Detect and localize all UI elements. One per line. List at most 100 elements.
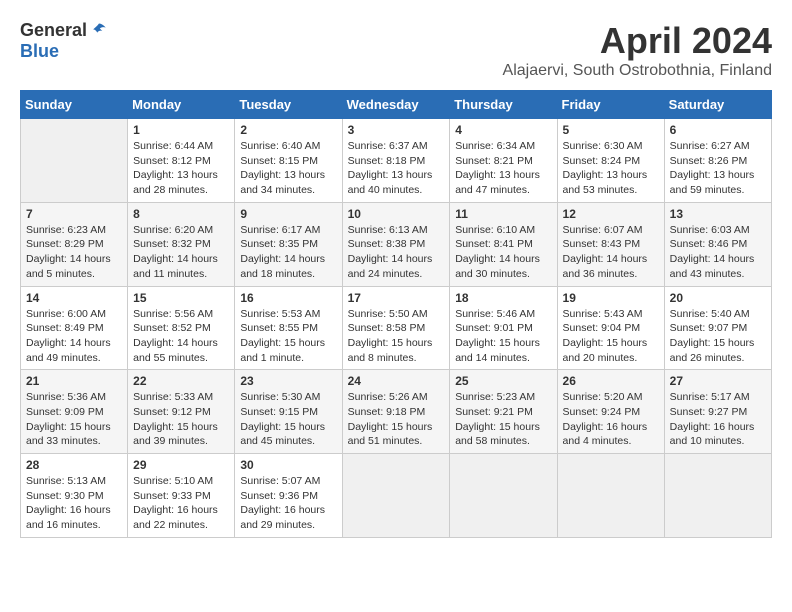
day-info: Sunrise: 5:20 AM Sunset: 9:24 PM Dayligh… (563, 390, 659, 449)
subtitle: Alajaervi, South Ostrobothnia, Finland (503, 62, 772, 80)
calendar-cell: 26Sunrise: 5:20 AM Sunset: 9:24 PM Dayli… (557, 370, 664, 454)
calendar-cell: 19Sunrise: 5:43 AM Sunset: 9:04 PM Dayli… (557, 286, 664, 370)
logo: General Blue (20, 20, 109, 62)
day-info: Sunrise: 5:43 AM Sunset: 9:04 PM Dayligh… (563, 307, 659, 366)
calendar-cell (664, 454, 771, 538)
day-info: Sunrise: 5:56 AM Sunset: 8:52 PM Dayligh… (133, 307, 229, 366)
calendar-week-row: 21Sunrise: 5:36 AM Sunset: 9:09 PM Dayli… (21, 370, 772, 454)
calendar-cell: 20Sunrise: 5:40 AM Sunset: 9:07 PM Dayli… (664, 286, 771, 370)
calendar-cell (557, 454, 664, 538)
calendar-cell: 28 Sunrise: 5:13 AM Sunset: 9:30 PM Dayli… (21, 454, 128, 538)
calendar-cell: 17 Sunrise: 5:50 AM Sunset: 8:58 PM Dayli… (342, 286, 450, 370)
calendar-cell: 23 Sunrise: 5:30 AM Sunset: 9:15 PM Dayli… (235, 370, 342, 454)
calendar-cell (342, 454, 450, 538)
day-number: 22 (133, 374, 229, 388)
day-info: Sunrise: 5:26 AM Sunset: 9:18 PM Dayligh… (348, 390, 445, 449)
calendar-cell: 24 Sunrise: 5:26 AM Sunset: 9:18 PM Dayli… (342, 370, 450, 454)
day-number: 15 (133, 291, 229, 305)
day-info: Sunrise: 5:13 AM Sunset: 9:30 PM Dayligh… (26, 474, 122, 533)
calendar-cell: 30 Sunrise: 5:07 AM Sunset: 9:36 PM Dayli… (235, 454, 342, 538)
day-info: Sunrise: 5:46 AM Sunset: 9:01 PM Dayligh… (455, 307, 551, 366)
calendar-cell: 3 Sunrise: 6:37 AM Sunset: 8:18 PM Daylig… (342, 119, 450, 203)
day-info: Sunrise: 6:10 AM Sunset: 8:41 PM Dayligh… (455, 223, 551, 282)
day-number: 18 (455, 291, 551, 305)
calendar-cell: 4Sunrise: 6:34 AM Sunset: 8:21 PM Daylig… (450, 119, 557, 203)
day-info: Sunrise: 6:23 AM Sunset: 8:29 PM Dayligh… (26, 223, 122, 282)
calendar-table: SundayMondayTuesdayWednesdayThursdayFrid… (20, 90, 772, 538)
logo-general-text: General (20, 20, 87, 41)
day-info: Sunrise: 6:17 AM Sunset: 8:35 PM Dayligh… (240, 223, 336, 282)
day-number: 29 (133, 458, 229, 472)
calendar-weekday-friday: Friday (557, 91, 664, 119)
day-number: 17 (348, 291, 445, 305)
day-info: Sunrise: 5:17 AM Sunset: 9:27 PM Dayligh… (670, 390, 766, 449)
day-number: 9 (240, 207, 336, 221)
calendar-cell: 13Sunrise: 6:03 AM Sunset: 8:46 PM Dayli… (664, 202, 771, 286)
day-info: Sunrise: 5:50 AM Sunset: 8:58 PM Dayligh… (348, 307, 445, 366)
calendar-week-row: 14 Sunrise: 6:00 AM Sunset: 8:49 PM Dayli… (21, 286, 772, 370)
calendar-cell: 25Sunrise: 5:23 AM Sunset: 9:21 PM Dayli… (450, 370, 557, 454)
day-number: 14 (26, 291, 122, 305)
calendar-weekday-monday: Monday (128, 91, 235, 119)
calendar-cell: 15 Sunrise: 5:56 AM Sunset: 8:52 PM Dayli… (128, 286, 235, 370)
calendar-cell: 27 Sunrise: 5:17 AM Sunset: 9:27 PM Dayli… (664, 370, 771, 454)
day-info: Sunrise: 6:37 AM Sunset: 8:18 PM Dayligh… (348, 139, 445, 198)
calendar-weekday-saturday: Saturday (664, 91, 771, 119)
day-number: 8 (133, 207, 229, 221)
calendar-weekday-tuesday: Tuesday (235, 91, 342, 119)
day-number: 2 (240, 123, 336, 137)
calendar-cell: 29 Sunrise: 5:10 AM Sunset: 9:33 PM Dayli… (128, 454, 235, 538)
day-info: Sunrise: 5:30 AM Sunset: 9:15 PM Dayligh… (240, 390, 336, 449)
day-info: Sunrise: 6:00 AM Sunset: 8:49 PM Dayligh… (26, 307, 122, 366)
calendar-header-row: SundayMondayTuesdayWednesdayThursdayFrid… (21, 91, 772, 119)
day-number: 21 (26, 374, 122, 388)
day-info: Sunrise: 5:40 AM Sunset: 9:07 PM Dayligh… (670, 307, 766, 366)
calendar-week-row: 7 Sunrise: 6:23 AM Sunset: 8:29 PM Daylig… (21, 202, 772, 286)
day-number: 30 (240, 458, 336, 472)
day-number: 24 (348, 374, 445, 388)
page-header: General Blue April 2024 Alajaervi, South… (20, 20, 772, 80)
calendar-cell: 16Sunrise: 5:53 AM Sunset: 8:55 PM Dayli… (235, 286, 342, 370)
day-info: Sunrise: 5:10 AM Sunset: 9:33 PM Dayligh… (133, 474, 229, 533)
day-number: 7 (26, 207, 122, 221)
calendar-cell: 2 Sunrise: 6:40 AM Sunset: 8:15 PM Daylig… (235, 119, 342, 203)
calendar-cell: 8 Sunrise: 6:20 AM Sunset: 8:32 PM Daylig… (128, 202, 235, 286)
calendar-cell: 7 Sunrise: 6:23 AM Sunset: 8:29 PM Daylig… (21, 202, 128, 286)
calendar-week-row: 28 Sunrise: 5:13 AM Sunset: 9:30 PM Dayli… (21, 454, 772, 538)
calendar-cell (450, 454, 557, 538)
calendar-cell: 14 Sunrise: 6:00 AM Sunset: 8:49 PM Dayli… (21, 286, 128, 370)
calendar-cell: 21Sunrise: 5:36 AM Sunset: 9:09 PM Dayli… (21, 370, 128, 454)
day-info: Sunrise: 5:23 AM Sunset: 9:21 PM Dayligh… (455, 390, 551, 449)
day-number: 5 (563, 123, 659, 137)
day-number: 27 (670, 374, 766, 388)
day-info: Sunrise: 6:27 AM Sunset: 8:26 PM Dayligh… (670, 139, 766, 198)
calendar-cell: 5Sunrise: 6:30 AM Sunset: 8:24 PM Daylig… (557, 119, 664, 203)
day-number: 12 (563, 207, 659, 221)
calendar-cell (21, 119, 128, 203)
day-number: 6 (670, 123, 766, 137)
calendar-cell: 9 Sunrise: 6:17 AM Sunset: 8:35 PM Daylig… (235, 202, 342, 286)
day-number: 10 (348, 207, 445, 221)
day-info: Sunrise: 6:13 AM Sunset: 8:38 PM Dayligh… (348, 223, 445, 282)
calendar-weekday-thursday: Thursday (450, 91, 557, 119)
day-number: 4 (455, 123, 551, 137)
calendar-cell: 18 Sunrise: 5:46 AM Sunset: 9:01 PM Dayli… (450, 286, 557, 370)
day-number: 28 (26, 458, 122, 472)
day-info: Sunrise: 6:40 AM Sunset: 8:15 PM Dayligh… (240, 139, 336, 198)
main-title: April 2024 (503, 20, 772, 62)
title-block: April 2024 Alajaervi, South Ostrobothnia… (503, 20, 772, 80)
day-number: 3 (348, 123, 445, 137)
day-number: 11 (455, 207, 551, 221)
day-number: 23 (240, 374, 336, 388)
calendar-cell: 12 Sunrise: 6:07 AM Sunset: 8:43 PM Dayli… (557, 202, 664, 286)
day-number: 1 (133, 123, 229, 137)
day-info: Sunrise: 5:07 AM Sunset: 9:36 PM Dayligh… (240, 474, 336, 533)
calendar-week-row: 1Sunrise: 6:44 AM Sunset: 8:12 PM Daylig… (21, 119, 772, 203)
day-info: Sunrise: 5:33 AM Sunset: 9:12 PM Dayligh… (133, 390, 229, 449)
calendar-weekday-wednesday: Wednesday (342, 91, 450, 119)
logo-blue-text: Blue (20, 41, 59, 61)
calendar-cell: 11 Sunrise: 6:10 AM Sunset: 8:41 PM Dayli… (450, 202, 557, 286)
day-info: Sunrise: 6:07 AM Sunset: 8:43 PM Dayligh… (563, 223, 659, 282)
calendar-cell: 1Sunrise: 6:44 AM Sunset: 8:12 PM Daylig… (128, 119, 235, 203)
day-info: Sunrise: 6:20 AM Sunset: 8:32 PM Dayligh… (133, 223, 229, 282)
